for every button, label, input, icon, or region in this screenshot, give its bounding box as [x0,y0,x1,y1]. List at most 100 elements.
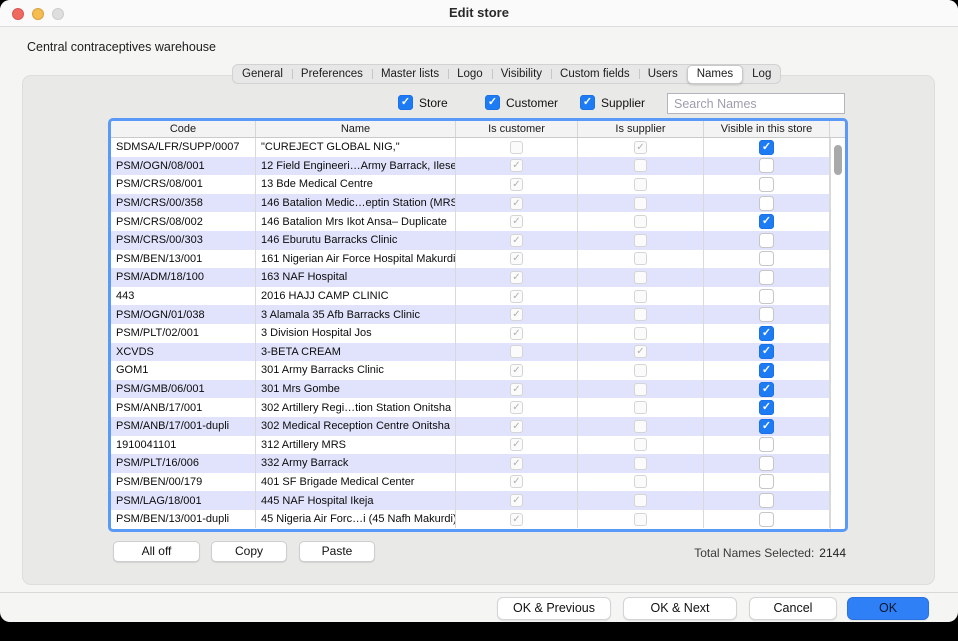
table-row[interactable]: SDMSA/LFR/SUPP/0007"CUREJECT GLOBAL NIG,… [111,138,845,157]
visible-in-store-checkbox[interactable]: ✓ [759,214,774,229]
visible-in-store-checkbox[interactable] [759,474,774,489]
visible-in-store-checkbox[interactable]: ✓ [759,140,774,155]
is-supplier-checkbox: ✓ [634,345,647,358]
customer-filter[interactable]: ✓ Customer [485,95,558,110]
column-header-name[interactable]: Name [256,121,456,137]
column-header-visible-in-this-store[interactable]: Visible in this store [704,121,830,137]
table-row[interactable]: 1910041101312 Artillery MRS✓ [111,436,845,455]
table-row[interactable]: PSM/BEN/13/001161 Nigerian Air Force Hos… [111,250,845,269]
table-row[interactable]: PSM/ANB/17/001302 Artillery Regi…tion St… [111,398,845,417]
ok-next-button[interactable]: OK & Next [623,597,737,620]
cell-code: PSM/CRS/08/002 [111,212,256,231]
table-row[interactable]: PSM/CRS/08/002146 Batalion Mrs Ikot Ansa… [111,212,845,231]
is-supplier-checkbox [634,513,647,526]
scrollbar-thumb[interactable] [834,145,842,175]
column-header-is-supplier[interactable]: Is supplier [578,121,704,137]
visible-in-store-checkbox[interactable] [759,251,774,266]
ok-previous-button[interactable]: OK & Previous [497,597,611,620]
table-row[interactable]: PSM/BEN/00/179401 SF Brigade Medical Cen… [111,473,845,492]
visible-in-store-checkbox[interactable] [759,196,774,211]
cell-code: SDMSA/LFR/SUPP/0007 [111,138,256,157]
supplier-checkbox[interactable]: ✓ [580,95,595,110]
tab-custom-fields[interactable]: Custom fields [551,65,639,83]
paste-button[interactable]: Paste [299,541,375,562]
is-supplier-checkbox: ✓ [634,141,647,154]
is-supplier-checkbox [634,494,647,507]
cell-name: 3 Alamala 35 Afb Barracks Clinic [256,305,456,324]
cell-visible-in-store [704,175,830,194]
tab-master-lists[interactable]: Master lists [372,65,448,83]
is-supplier-checkbox [634,383,647,396]
visible-in-store-checkbox[interactable] [759,493,774,508]
table-row[interactable]: PSM/OGN/08/00112 Field Engineeri…Army Ba… [111,157,845,176]
tab-log[interactable]: Log [743,65,780,83]
table-row[interactable]: PSM/CRS/00/358146 Batalion Medic…eptin S… [111,194,845,213]
store-name-label: Central contraceptives warehouse [27,40,216,54]
tab-preferences[interactable]: Preferences [292,65,372,83]
visible-in-store-checkbox[interactable]: ✓ [759,400,774,415]
visible-in-store-checkbox[interactable] [759,289,774,304]
visible-in-store-checkbox[interactable] [759,437,774,452]
cell-is-supplier [578,454,704,473]
table-row[interactable]: PSM/PLT/02/0013 Division Hospital Jos✓✓ [111,324,845,343]
table-row[interactable]: PSM/BEN/13/001-dupli45 Nigeria Air Forc…… [111,510,845,529]
ok-button[interactable]: OK [847,597,929,620]
cell-name: 301 Mrs Gombe [256,380,456,399]
tab-logo[interactable]: Logo [448,65,492,83]
table-row[interactable]: PSM/LAG/18/001445 NAF Hospital Ikeja✓ [111,491,845,510]
visible-in-store-checkbox[interactable]: ✓ [759,419,774,434]
search-names-input[interactable] [667,93,845,114]
visible-in-store-checkbox[interactable] [759,158,774,173]
table-row[interactable]: PSM/GMB/06/001301 Mrs Gombe✓✓ [111,380,845,399]
table-row[interactable]: PSM/CRS/08/00113 Bde Medical Centre✓ [111,175,845,194]
column-header-is-customer[interactable]: Is customer [456,121,578,137]
names-table: CodeNameIs customerIs supplierVisible in… [108,118,848,532]
cell-code: 443 [111,287,256,306]
tab-general[interactable]: General [233,65,292,83]
column-header-code[interactable]: Code [111,121,256,137]
tab-visibility[interactable]: Visibility [492,65,551,83]
is-customer-checkbox: ✓ [510,308,523,321]
table-row[interactable]: 4432016 HAJJ CAMP CLINIC✓ [111,287,845,306]
tab-users[interactable]: Users [639,65,687,83]
visible-in-store-checkbox[interactable] [759,307,774,322]
title-bar: Edit store [0,0,958,27]
visible-in-store-checkbox[interactable]: ✓ [759,344,774,359]
table-row[interactable]: PSM/CRS/00/303146 Eburutu Barracks Clini… [111,231,845,250]
zoom-button [52,8,64,20]
vertical-scrollbar[interactable] [830,138,845,529]
tab-names[interactable]: Names [687,65,743,84]
is-supplier-checkbox [634,215,647,228]
visible-in-store-checkbox[interactable]: ✓ [759,382,774,397]
cell-name: 302 Medical Reception Centre Onitsha [256,417,456,436]
table-row[interactable]: XCVDS3-BETA CREAM✓✓ [111,343,845,362]
visible-in-store-checkbox[interactable]: ✓ [759,363,774,378]
is-customer-checkbox: ✓ [510,438,523,451]
table-row[interactable]: PSM/ANB/17/001-dupli302 Medical Receptio… [111,417,845,436]
visible-in-store-checkbox[interactable] [759,456,774,471]
cell-is-supplier [578,361,704,380]
cell-code: PSM/CRS/00/303 [111,231,256,250]
minimize-button[interactable] [32,8,44,20]
all-off-button[interactable]: All off [113,541,200,562]
customer-checkbox[interactable]: ✓ [485,95,500,110]
store-filter[interactable]: ✓ Store [398,95,448,110]
cell-name: 13 Bde Medical Centre [256,175,456,194]
table-row[interactable]: PSM/ADM/18/100163 NAF Hospital✓ [111,268,845,287]
cell-is-customer: ✓ [456,194,578,213]
cancel-button[interactable]: Cancel [749,597,837,620]
visible-in-store-checkbox[interactable] [759,512,774,527]
store-checkbox[interactable]: ✓ [398,95,413,110]
supplier-filter[interactable]: ✓ Supplier [580,95,645,110]
visible-in-store-checkbox[interactable] [759,270,774,285]
copy-button[interactable]: Copy [211,541,287,562]
table-row[interactable]: PSM/OGN/01/0383 Alamala 35 Afb Barracks … [111,305,845,324]
visible-in-store-checkbox[interactable] [759,233,774,248]
table-row[interactable]: PSM/PLT/16/006332 Army Barrack✓ [111,454,845,473]
visible-in-store-checkbox[interactable] [759,177,774,192]
table-row[interactable]: GOM1301 Army Barracks Clinic✓✓ [111,361,845,380]
visible-in-store-checkbox[interactable]: ✓ [759,326,774,341]
cell-is-supplier [578,231,704,250]
close-button[interactable] [12,8,24,20]
is-supplier-checkbox [634,457,647,470]
